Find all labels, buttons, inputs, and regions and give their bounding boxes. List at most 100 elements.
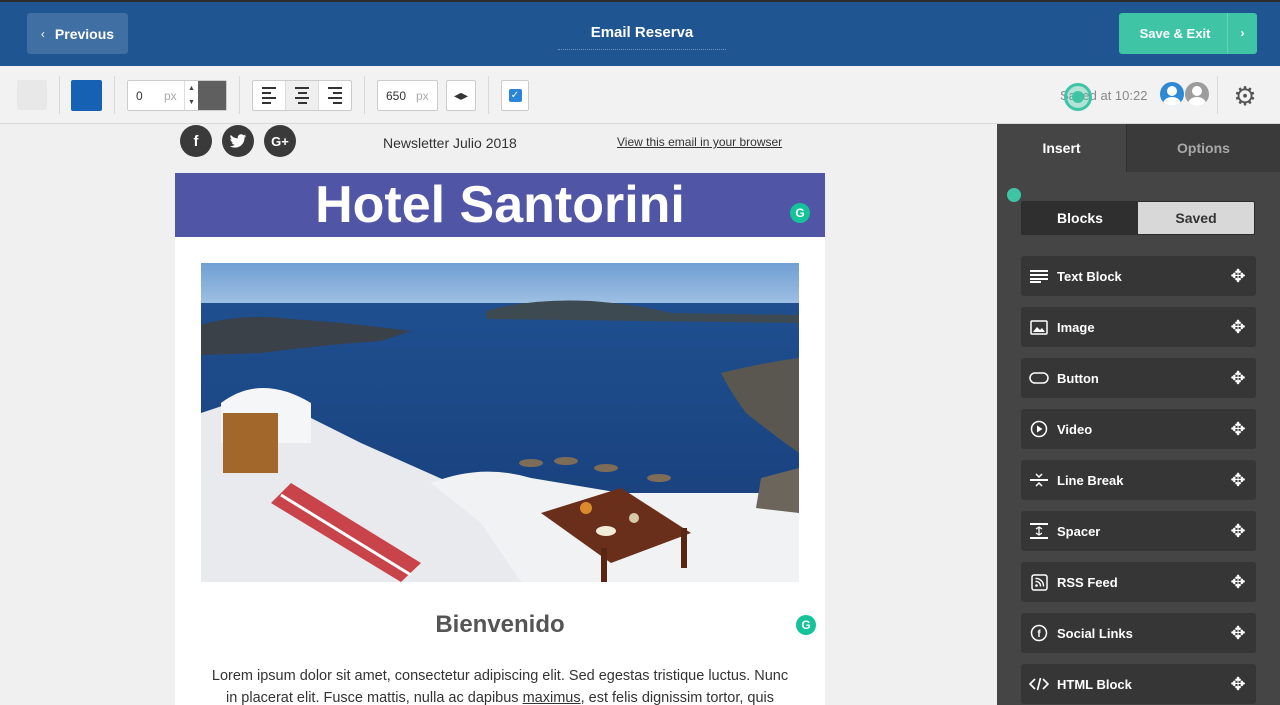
view-in-browser-link[interactable]: View this email in your browser — [617, 135, 782, 149]
email-canvas: f G+ Newsletter Julio 2018 View this ema… — [0, 124, 997, 705]
tour-hotspot[interactable] — [1064, 83, 1092, 111]
code-icon — [1021, 677, 1057, 691]
block-label: Button — [1057, 370, 1099, 386]
save-exit-button[interactable]: Save & Exit › — [1119, 13, 1257, 54]
email-body: Hotel Santorini G Bienvenido G Lorem ips… — [175, 173, 825, 705]
block-social-links[interactable]: f Social Links ✥ — [1021, 613, 1256, 653]
width-value[interactable]: 650 — [378, 89, 416, 103]
block-line-break[interactable]: Line Break ✥ — [1021, 460, 1256, 500]
rss-icon — [1021, 573, 1057, 591]
divider — [59, 76, 60, 114]
chevron-left-icon: ‹ — [40, 26, 45, 41]
grammarly-icon[interactable]: G — [796, 615, 816, 635]
background-color-swatch[interactable] — [17, 80, 47, 110]
width-input[interactable]: 650 px — [377, 80, 438, 111]
avatar[interactable] — [1185, 82, 1209, 106]
caret-up-icon[interactable]: ▲ — [188, 85, 195, 92]
divider — [1217, 76, 1218, 114]
width-unit: px — [416, 88, 429, 103]
save-exit-label: Save & Exit — [1139, 26, 1211, 41]
arrows-horizontal-icon: ◂▸ — [453, 87, 469, 103]
move-icon[interactable]: ✥ — [1220, 317, 1256, 338]
block-button[interactable]: Button ✥ — [1021, 358, 1256, 398]
divider — [488, 76, 489, 114]
google-plus-icon[interactable]: G+ — [264, 125, 296, 157]
padding-value[interactable]: 0 — [128, 89, 164, 103]
avatar[interactable] — [1160, 82, 1184, 106]
facebook-icon[interactable]: f — [180, 125, 212, 157]
segment-saved[interactable]: Saved — [1138, 202, 1254, 234]
welcome-heading[interactable]: Bienvenido — [175, 611, 825, 639]
alignment-group — [252, 80, 352, 111]
align-left-button[interactable] — [253, 81, 286, 110]
spacer-icon — [1021, 523, 1057, 539]
body-text-line: in placerat elit. Fusce mattis, nulla ac… — [225, 690, 523, 705]
block-html[interactable]: HTML Block ✥ — [1021, 664, 1256, 704]
block-label: HTML Block — [1057, 676, 1132, 692]
divider — [239, 76, 240, 114]
grammarly-icon[interactable]: G — [790, 203, 810, 223]
chevron-right-icon: › — [1227, 13, 1257, 54]
previous-button[interactable]: ‹ Previous — [27, 13, 128, 54]
move-icon[interactable]: ✥ — [1220, 266, 1256, 287]
move-icon[interactable]: ✥ — [1220, 521, 1256, 542]
padding-input[interactable]: 0 px ▲ ▼ — [127, 80, 227, 111]
image-icon — [1021, 319, 1057, 335]
padding-stepper[interactable]: ▲ ▼ — [184, 81, 198, 110]
block-spacer[interactable]: Spacer ✥ — [1021, 511, 1256, 551]
previous-label: Previous — [54, 25, 115, 42]
newsletter-label: Newsletter Julio 2018 — [383, 135, 517, 151]
insert-panel: Insert Options Blocks Saved Text Block ✥… — [997, 124, 1280, 705]
hotel-header-block[interactable]: Hotel Santorini — [175, 173, 825, 237]
padding-unit: px — [164, 88, 177, 103]
gear-icon[interactable]: ⚙ — [1231, 82, 1259, 110]
block-rss-feed[interactable]: RSS Feed ✥ — [1021, 562, 1256, 602]
blocks-saved-toggle: Blocks Saved — [1021, 201, 1255, 235]
move-icon[interactable]: ✥ — [1220, 470, 1256, 491]
block-label: Line Break — [1057, 472, 1124, 488]
body-text-line: , est felis dignissim tortor, quis — [580, 690, 775, 705]
svg-text:f: f — [1037, 629, 1041, 640]
twitter-bird-shape — [229, 133, 247, 148]
segment-blocks[interactable]: Blocks — [1022, 202, 1138, 234]
body-paragraph[interactable]: Lorem ipsum dolor sit amet, consectetur … — [199, 665, 801, 705]
block-video[interactable]: Video ✥ — [1021, 409, 1256, 449]
tab-options[interactable]: Options — [1126, 124, 1280, 172]
move-icon[interactable]: ✥ — [1220, 368, 1256, 389]
tab-insert[interactable]: Insert — [997, 124, 1126, 172]
divider — [364, 76, 365, 114]
align-center-button[interactable] — [286, 81, 319, 110]
line-break-icon — [1021, 472, 1057, 488]
tour-hotspot[interactable] — [1007, 188, 1021, 202]
move-icon[interactable]: ✥ — [1220, 572, 1256, 593]
document-title[interactable]: Email Reserva — [558, 24, 726, 50]
block-image[interactable]: Image ✥ — [1021, 307, 1256, 347]
responsive-checkbox[interactable]: ✓ — [501, 80, 529, 111]
body-text-line: Lorem ipsum dolor sit amet, consectetur … — [211, 668, 789, 684]
play-icon — [1021, 420, 1057, 438]
block-text[interactable]: Text Block ✥ — [1021, 256, 1256, 296]
block-label: Image — [1057, 319, 1095, 335]
santorini-photo — [201, 263, 799, 582]
block-label: Video — [1057, 421, 1093, 437]
move-icon[interactable]: ✥ — [1220, 623, 1256, 644]
align-right-button[interactable] — [319, 81, 351, 110]
move-icon[interactable]: ✥ — [1220, 674, 1256, 695]
divider — [114, 76, 115, 114]
move-icon[interactable]: ✥ — [1220, 419, 1256, 440]
style-toolbar: 0 px ▲ ▼ 650 px ◂▸ ✓ Saved at 10:22 ⚙ — [0, 66, 1280, 124]
text-lines-icon — [1021, 269, 1057, 283]
twitter-icon[interactable] — [222, 125, 254, 157]
caret-down-icon[interactable]: ▼ — [188, 99, 195, 106]
top-bar: ‹ Previous Email Reserva Save & Exit › — [0, 0, 1280, 66]
preheader: f G+ Newsletter Julio 2018 View this ema… — [175, 124, 825, 173]
full-width-toggle[interactable]: ◂▸ — [446, 80, 476, 111]
hero-image[interactable] — [201, 263, 799, 582]
hotel-title[interactable]: Hotel Santorini — [315, 175, 685, 235]
border-color-swatch[interactable] — [198, 81, 226, 110]
button-icon — [1021, 372, 1057, 384]
facebook-circle-icon: f — [1021, 624, 1057, 642]
block-label: Social Links — [1057, 625, 1133, 641]
body-link[interactable]: maximus — [523, 690, 581, 705]
content-color-swatch[interactable] — [71, 80, 102, 111]
